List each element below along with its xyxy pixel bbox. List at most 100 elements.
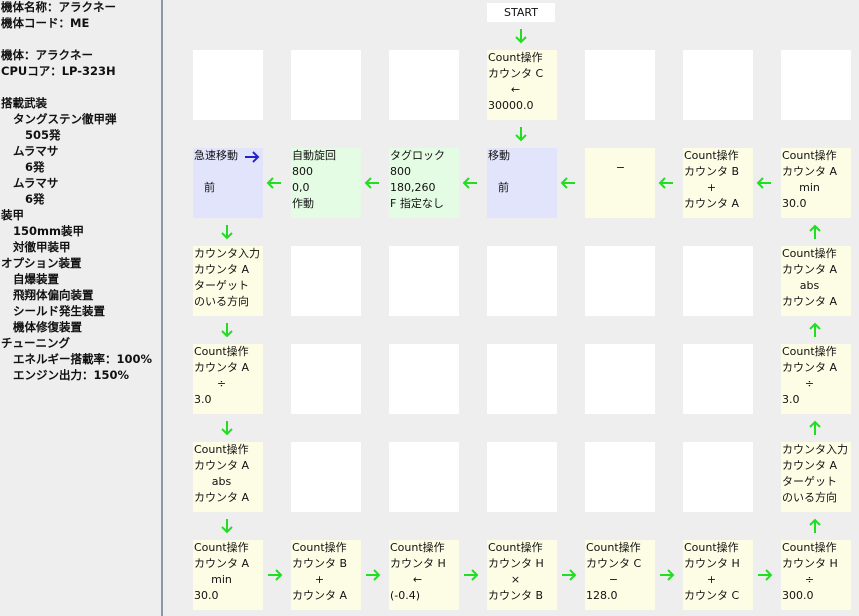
- arrow-left-icon: [267, 177, 282, 189]
- chip-line: のいる方向: [782, 491, 837, 504]
- counter-input-chip[interactable]: カウンタ入力 カウンタ A ターゲット のいる方向: [781, 442, 851, 512]
- chip-line: Count操作: [488, 51, 543, 64]
- arrow-left-icon: [365, 177, 380, 189]
- armor-item: 対徹甲装甲: [13, 240, 71, 254]
- chip-line: 800: [292, 165, 313, 178]
- chip-line: 30000.0: [488, 99, 534, 112]
- arrow-right-icon: [463, 569, 478, 581]
- empty-chip[interactable]: [291, 442, 361, 512]
- chip-line: 作動: [292, 197, 314, 210]
- count-op-chip[interactable]: Count操作 カウンタ C ← 30000.0: [487, 50, 557, 120]
- chip-line: Count操作: [586, 541, 641, 554]
- chip-line: カウンタ A: [292, 589, 348, 602]
- start-chip[interactable]: START: [487, 3, 555, 22]
- chip-line: [194, 164, 263, 180]
- tuning-energy: エネルギー搭載率：100%: [13, 352, 153, 366]
- option-item: 機体修復装置: [13, 320, 82, 334]
- armor-heading: 装甲: [1, 208, 24, 222]
- chip-line: +: [706, 181, 717, 194]
- chip-line: Count操作: [782, 345, 837, 358]
- empty-chip[interactable]: [487, 246, 557, 316]
- weapon-name: ムラマサ: [13, 176, 59, 190]
- empty-chip[interactable]: [389, 344, 459, 414]
- chip-line: カウンタ A: [194, 459, 250, 472]
- empty-chip[interactable]: [683, 246, 753, 316]
- count-op-chip[interactable]: Count操作 カウンタ B + カウンタ A: [291, 540, 361, 610]
- counter-input-chip[interactable]: カウンタ入力 カウンタ A ターゲット のいる方向: [193, 246, 263, 316]
- chip-line: ←: [510, 83, 521, 96]
- chip-line: (-0.4): [390, 589, 421, 602]
- chip-line: カウンタ H: [782, 557, 838, 570]
- chip-line: カウンタ A: [782, 263, 838, 276]
- chip-line: Count操作: [782, 541, 837, 554]
- chip-line: Count操作: [684, 541, 739, 554]
- empty-chip[interactable]: [291, 344, 361, 414]
- noop-chip[interactable]: −: [585, 148, 655, 218]
- empty-chip[interactable]: [487, 442, 557, 512]
- empty-chip[interactable]: [389, 442, 459, 512]
- option-item: 自爆装置: [13, 272, 59, 286]
- chip-line: 前: [204, 181, 215, 194]
- count-op-chip[interactable]: Count操作 カウンタ B + カウンタ A: [683, 148, 753, 218]
- count-op-chip[interactable]: Count操作 カウンタ A abs カウンタ A: [193, 442, 263, 512]
- count-op-chip[interactable]: Count操作 カウンタ H + カウンタ C: [683, 540, 753, 610]
- empty-chip[interactable]: [585, 344, 655, 414]
- chip-line: Count操作: [292, 541, 347, 554]
- chip-line: 800: [390, 165, 411, 178]
- arrow-right-icon: [659, 569, 674, 581]
- options-heading: オプション装置: [1, 256, 82, 270]
- chip-line: Count操作: [194, 443, 249, 456]
- empty-chip[interactable]: [291, 50, 361, 120]
- chip-line: カウンタ C: [586, 557, 642, 570]
- auto-turn-chip[interactable]: 自動旋回 800 0,0 作動: [291, 148, 361, 218]
- chip-line: カウンタ A: [782, 295, 838, 308]
- chip-line: ÷: [804, 377, 815, 390]
- count-op-chip[interactable]: Count操作 カウンタ A min 30.0: [193, 540, 263, 610]
- count-op-chip[interactable]: Count操作 カウンタ C − 128.0: [585, 540, 655, 610]
- chip-line: 300.0: [782, 589, 814, 602]
- empty-chip[interactable]: [389, 246, 459, 316]
- count-op-chip[interactable]: Count操作 カウンタ H × カウンタ B: [487, 540, 557, 610]
- count-op-chip[interactable]: Count操作 カウンタ A ÷ 3.0: [781, 344, 851, 414]
- empty-chip[interactable]: [585, 246, 655, 316]
- chip-line: のいる方向: [194, 295, 249, 308]
- chip-line: カウンタ入力: [782, 443, 848, 456]
- empty-chip[interactable]: [781, 50, 851, 120]
- chip-line: カウンタ A: [194, 491, 250, 504]
- empty-chip[interactable]: [683, 442, 753, 512]
- empty-chip[interactable]: [389, 50, 459, 120]
- arrow-down-icon: [515, 126, 527, 141]
- chip-line: タグロック: [390, 149, 445, 162]
- move-chip[interactable]: 移動 前: [487, 148, 557, 218]
- empty-chip[interactable]: [585, 50, 655, 120]
- count-op-chip[interactable]: Count操作 カウンタ A ÷ 3.0: [193, 344, 263, 414]
- arrow-up-icon: [809, 323, 821, 338]
- chip-line: カウンタ A: [194, 361, 250, 374]
- empty-chip[interactable]: [585, 442, 655, 512]
- empty-chip[interactable]: [291, 246, 361, 316]
- count-op-chip[interactable]: Count操作 カウンタ H ÷ 300.0: [781, 540, 851, 610]
- chip-line: 3.0: [194, 393, 212, 406]
- empty-chip[interactable]: [683, 50, 753, 120]
- empty-chip[interactable]: [683, 344, 753, 414]
- chip-line: 30.0: [782, 197, 807, 210]
- dash-move-chip[interactable]: 急速移動 前: [193, 148, 263, 218]
- chip-line: カウンタ B: [488, 589, 544, 602]
- count-op-chip[interactable]: Count操作 カウンタ A abs カウンタ A: [781, 246, 851, 316]
- armor-item: 150mm装甲: [13, 224, 84, 238]
- chip-line: F 指定なし: [390, 197, 444, 210]
- tag-lock-chip[interactable]: タグロック 800 180,260 F 指定なし: [389, 148, 459, 218]
- chip-line: [488, 164, 557, 180]
- arrow-left-icon: [659, 177, 674, 189]
- empty-chip[interactable]: [193, 50, 263, 120]
- arrow-left-icon: [757, 177, 772, 189]
- count-op-chip[interactable]: Count操作 カウンタ A min 30.0: [781, 148, 851, 218]
- chip-line: カウンタ H: [684, 557, 740, 570]
- arrow-down-icon: [221, 224, 233, 239]
- count-op-chip[interactable]: Count操作 カウンタ H ← (-0.4): [389, 540, 459, 610]
- option-item: 飛翔体偏向装置: [13, 288, 94, 302]
- weapon-ammo: 6発: [25, 192, 45, 206]
- chip-line: Count操作: [390, 541, 445, 554]
- chip-line: abs: [211, 475, 232, 488]
- empty-chip[interactable]: [487, 344, 557, 414]
